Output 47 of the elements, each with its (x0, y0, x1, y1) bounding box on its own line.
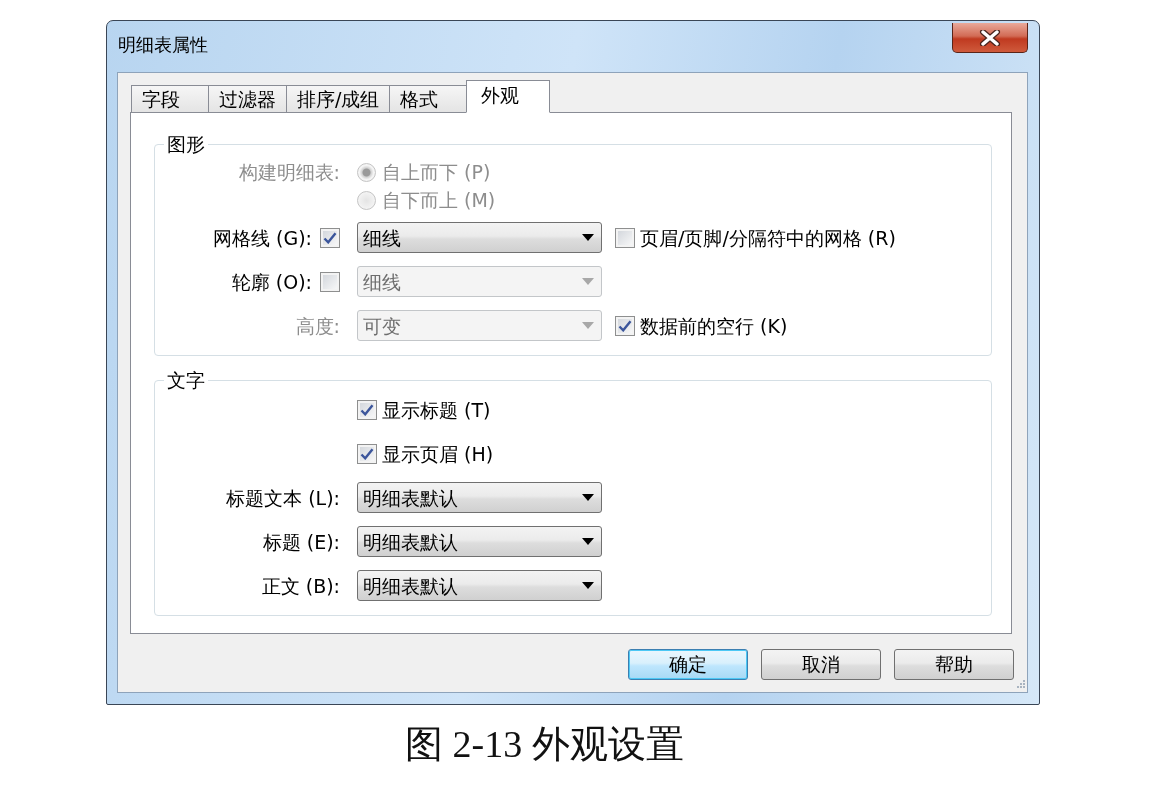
dialog-button[interactable]: 取消 (761, 649, 881, 680)
group-title: 文字 (166, 369, 206, 391)
checkbox[interactable] (320, 271, 340, 292)
close-icon (979, 29, 1001, 46)
radio-label: 自上而下 (P) (382, 161, 491, 183)
caret-icon (582, 582, 594, 589)
field-label: 标题 (E): (262, 530, 340, 553)
tab[interactable]: 排序/成组 (286, 85, 391, 113)
caret-icon (582, 494, 594, 501)
tab[interactable]: 外观 (466, 80, 551, 113)
caret-icon (582, 278, 594, 285)
window-title: 明细表属性 (118, 34, 208, 56)
dropdown[interactable]: 明细表默认 (357, 570, 602, 601)
dialog-button[interactable]: 确定 (628, 649, 748, 680)
checkbox-label: 显示页眉 (H) (382, 442, 494, 465)
tab[interactable]: 格式 (389, 85, 468, 113)
dropdown[interactable]: 明细表默认 (357, 526, 602, 557)
dropdown[interactable]: 明细表默认 (357, 482, 602, 513)
radio-label: 自下而上 (M) (382, 189, 496, 211)
checkmark-icon (360, 403, 374, 416)
checkmark-icon (618, 319, 632, 332)
checkbox-label: 数据前的空行 (K) (640, 314, 788, 337)
dropdown[interactable]: 细线 (357, 222, 602, 253)
dialog-button[interactable]: 帮助 (894, 649, 1014, 680)
checkbox[interactable] (357, 399, 377, 420)
tab[interactable]: 过滤器 (208, 85, 287, 113)
field-label: 轮廓 (O): (231, 270, 312, 293)
checkbox[interactable] (320, 227, 340, 248)
field-label: 构建明细表: (238, 161, 340, 183)
tab[interactable]: 字段 (131, 85, 209, 113)
caret-icon (582, 538, 594, 545)
field-label: 标题文本 (L): (226, 486, 340, 509)
figure-caption: 图 2-13 外观设置 (405, 722, 684, 766)
field-label: 正文 (B): (261, 574, 340, 597)
caret-icon (582, 322, 594, 329)
checkbox-label: 显示标题 (T) (382, 398, 491, 421)
caret-icon (582, 234, 594, 241)
checkbox[interactable] (615, 227, 635, 248)
field-label: 网格线 (G): (213, 226, 312, 249)
checkbox[interactable] (357, 443, 377, 464)
resize-grip-icon[interactable] (1014, 679, 1025, 690)
field-label: 高度: (295, 314, 340, 337)
close-button[interactable] (952, 23, 1028, 53)
checkmark-icon (323, 231, 337, 244)
group-title: 图形 (166, 133, 206, 155)
checkbox-label: 页眉/页脚/分隔符中的网格 (R) (640, 226, 896, 249)
checkmark-icon (360, 447, 374, 460)
